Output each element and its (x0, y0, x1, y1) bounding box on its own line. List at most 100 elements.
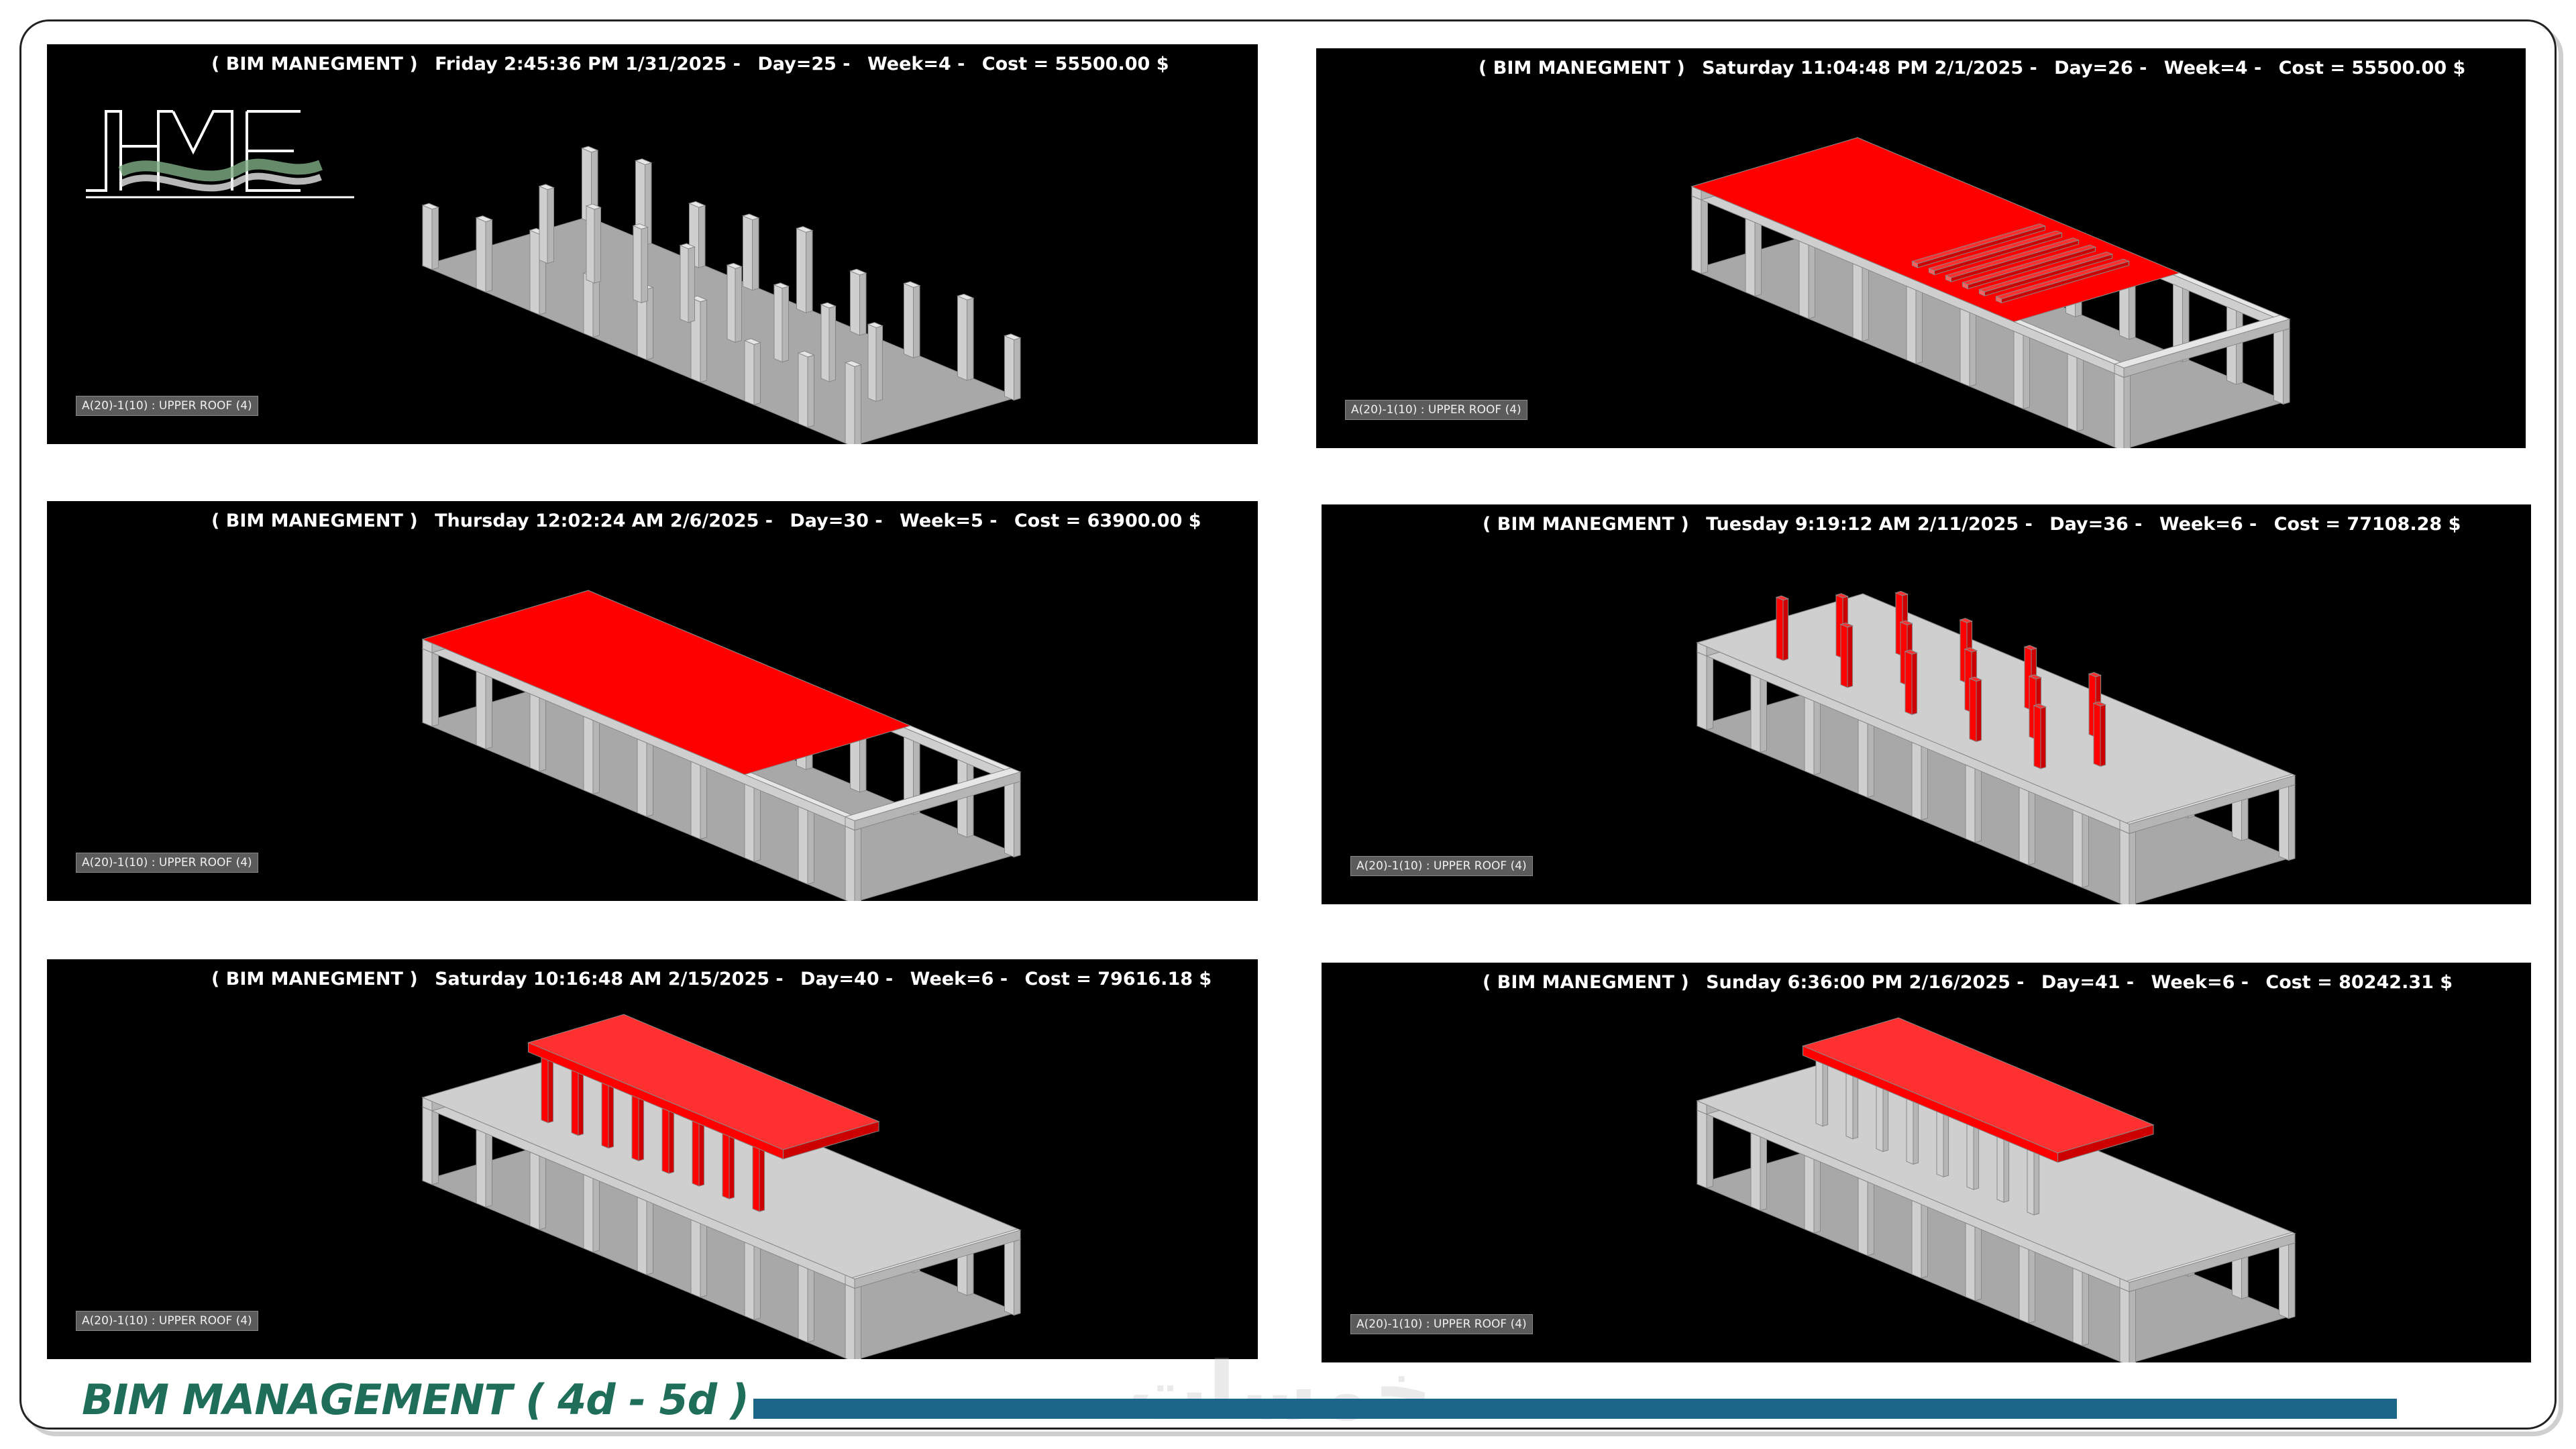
column-side (2123, 375, 2131, 448)
upper-column-side (698, 1117, 705, 1187)
column-side (1760, 676, 1767, 753)
upper-column-side (2033, 1146, 2040, 1216)
column-face (1004, 1236, 1014, 1316)
timeline-panel-5[interactable]: ( BIM MANEGMENT ) Saturday 10:16:48 AM 2… (47, 959, 1258, 1359)
column-side (1969, 310, 1976, 387)
column-side (1813, 1157, 1821, 1234)
column-face (845, 362, 855, 444)
upper-column-side (759, 1142, 765, 1212)
new-column-face (1776, 596, 1784, 661)
upper-column-side (578, 1066, 584, 1136)
column-face (2119, 1287, 2130, 1362)
new-column-face (2033, 704, 2041, 769)
column-side (485, 219, 492, 293)
new-column-side (1782, 598, 1789, 661)
column-side (1706, 1112, 1713, 1189)
column-side (646, 1198, 653, 1275)
new-column-side (2040, 706, 2047, 769)
column-face (680, 245, 689, 323)
column-face (1804, 696, 1815, 775)
column-face (586, 205, 595, 284)
column-face (1750, 1132, 1761, 1212)
column-face (1004, 335, 1014, 401)
column-side (2288, 784, 2296, 861)
column-face (727, 264, 736, 343)
upper-column-face (601, 1077, 609, 1149)
column-side (1921, 743, 1928, 820)
column-face (744, 1241, 755, 1321)
column-face (529, 229, 540, 315)
timeline-panel-6[interactable]: ( BIM MANEGMENT ) Sunday 6:36:00 PM 2/16… (1322, 963, 2531, 1362)
column-face (744, 783, 755, 863)
column-side (594, 207, 601, 284)
upper-column-face (631, 1090, 639, 1162)
column-face (904, 282, 914, 359)
new-column-side (1911, 652, 1918, 715)
column-face (583, 1174, 594, 1253)
column-face (422, 1106, 433, 1185)
upper-column-face (722, 1128, 730, 1199)
timeline-panel-1[interactable]: ( BIM MANEGMENT ) Friday 2:45:36 PM 1/31… (47, 44, 1258, 444)
column-side (539, 1153, 546, 1230)
column-side (1754, 220, 1762, 297)
upper-column-side (1943, 1108, 1949, 1178)
level-tag: A(20)-1(10) : UPPER ROOF (4) (1345, 400, 1527, 420)
column-side (753, 1244, 761, 1321)
column-face (529, 693, 540, 772)
timeline-panel-4[interactable]: ( BIM MANEGMENT ) Tuesday 9:19:12 AM 2/1… (1322, 504, 2531, 904)
new-column-face (1969, 678, 1977, 743)
column-face (637, 1196, 647, 1276)
column-side (828, 305, 836, 382)
column-side (2023, 333, 2030, 410)
column-side (1014, 337, 1021, 401)
column-face (2013, 330, 2024, 410)
upper-column-face (661, 1103, 669, 1175)
column-face (2114, 372, 2125, 448)
bim-model-view (421, 1014, 1022, 1359)
timeline-panel-3[interactable]: ( BIM MANEGMENT ) Thursday 12:02:24 AM 2… (47, 501, 1258, 901)
column-side (1808, 242, 1815, 319)
column-side (698, 205, 706, 268)
column-face (1858, 1177, 1868, 1256)
column-side (2129, 831, 2136, 904)
footer-title: BIM MANAGEMENT ( 4d - 5d ) (82, 1375, 749, 1424)
upper-column-face (571, 1065, 579, 1136)
column-side (485, 673, 492, 750)
column-face (1906, 285, 1917, 365)
column-face (1911, 1199, 1922, 1279)
column-face (957, 295, 967, 381)
column-face (2067, 353, 2078, 432)
bim-model-view (1696, 590, 2296, 904)
column-face (2273, 325, 2284, 405)
upper-column-face (1966, 1119, 1974, 1191)
bim-model-view (421, 146, 1022, 444)
column-face (422, 205, 433, 270)
new-column-side (1976, 679, 1982, 743)
column-side (875, 325, 883, 402)
column-side (2028, 1247, 2035, 1324)
upper-column-side (2003, 1133, 2010, 1203)
column-side (854, 828, 861, 901)
column-side (2236, 308, 2243, 385)
column-side (592, 274, 600, 338)
column-face (1960, 308, 1970, 387)
column-side (1974, 766, 1982, 843)
new-column-side (2100, 704, 2106, 767)
column-side (1974, 1224, 1982, 1301)
column-face (529, 1151, 540, 1230)
timeline-panel-2[interactable]: ( BIM MANEGMENT ) Saturday 11:04:48 PM 2… (1316, 48, 2526, 448)
column-face (1965, 764, 1976, 843)
column-side (1760, 1134, 1767, 1212)
column-side (753, 342, 761, 406)
column-face (1911, 741, 1922, 821)
upper-column-face (692, 1116, 700, 1187)
column-side (1915, 287, 1923, 364)
column-face (1745, 217, 1756, 297)
bim-model-view (1696, 1017, 2296, 1362)
bim-model-view (1690, 137, 2291, 448)
column-face (1697, 651, 1707, 731)
column-face (690, 1219, 701, 1298)
column-face (1799, 240, 1809, 319)
column-face (773, 284, 783, 363)
column-face (743, 215, 753, 291)
